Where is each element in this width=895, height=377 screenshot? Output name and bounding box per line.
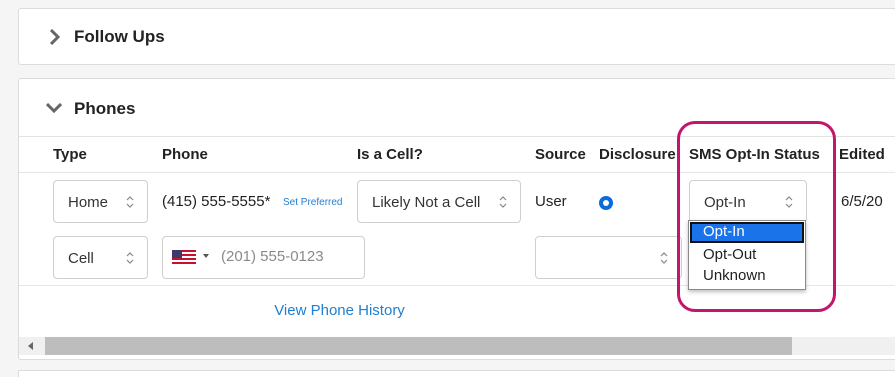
select-arrows-icon	[659, 250, 669, 266]
column-header-is-cell: Is a Cell?	[357, 146, 423, 163]
row1-is-cell-select[interactable]: Likely Not a Cell	[357, 180, 521, 223]
followups-panel: Follow Ups	[18, 8, 895, 65]
header-divider	[19, 136, 895, 137]
next-panel-edge	[18, 370, 895, 377]
column-header-edited: Edited	[839, 146, 885, 163]
row-divider	[19, 172, 895, 173]
column-header-disclosure: Disclosure	[599, 146, 676, 163]
sms-option-opt-out[interactable]: Opt-Out	[690, 245, 804, 266]
horizontal-scrollbar[interactable]	[19, 337, 895, 355]
row1-type-select[interactable]: Home	[53, 180, 148, 223]
row1-source: User	[535, 193, 567, 210]
scrollbar-thumb[interactable]	[45, 337, 792, 355]
sms-option-unknown[interactable]: Unknown	[690, 266, 804, 287]
row2-type-select[interactable]: Cell	[53, 236, 148, 279]
select-arrows-icon	[784, 194, 794, 210]
chevron-right-icon[interactable]	[50, 29, 60, 45]
select-arrows-icon	[125, 250, 135, 266]
row2-phone-input[interactable]	[221, 248, 361, 265]
row1-sms-status-select[interactable]: Opt-In	[689, 180, 807, 223]
chevron-down-icon[interactable]	[46, 103, 62, 113]
phones-title[interactable]: Phones	[74, 99, 135, 119]
sms-option-opt-in[interactable]: Opt-In	[690, 222, 804, 243]
view-phone-history-link[interactable]: View Phone History	[274, 302, 405, 319]
row2-phone-input-wrapper	[162, 236, 365, 279]
column-header-sms-status: SMS Opt-In Status	[689, 146, 820, 163]
row1-sms-status-value: Opt-In	[704, 194, 746, 211]
view-history-container: View Phone History	[19, 302, 895, 319]
set-preferred-link[interactable]: Set Preferred	[283, 197, 342, 208]
row1-disclosure-radio[interactable]	[599, 196, 613, 210]
select-arrows-icon	[125, 194, 135, 210]
row2-is-cell-select[interactable]	[535, 236, 682, 279]
phones-panel: Phones Type Phone Is a Cell? Source Disc…	[18, 78, 895, 360]
row1-is-cell-value: Likely Not a Cell	[372, 194, 481, 211]
sms-status-dropdown-list: Opt-In Opt-Out Unknown	[688, 220, 806, 290]
column-header-source: Source	[535, 146, 586, 163]
column-header-type: Type	[53, 146, 87, 163]
column-header-phone: Phone	[162, 146, 208, 163]
us-flag-icon[interactable]	[172, 250, 196, 264]
row1-type-value: Home	[68, 194, 109, 211]
country-dropdown-caret-icon[interactable]	[203, 254, 209, 258]
row2-type-value: Cell	[68, 250, 94, 267]
followups-title[interactable]: Follow Ups	[74, 27, 165, 47]
select-arrows-icon	[498, 194, 508, 210]
row1-edited: 6/5/20	[841, 193, 883, 210]
row1-phone-number: (415) 555-5555*	[162, 193, 271, 210]
scroll-left-arrow-icon[interactable]	[28, 342, 33, 350]
